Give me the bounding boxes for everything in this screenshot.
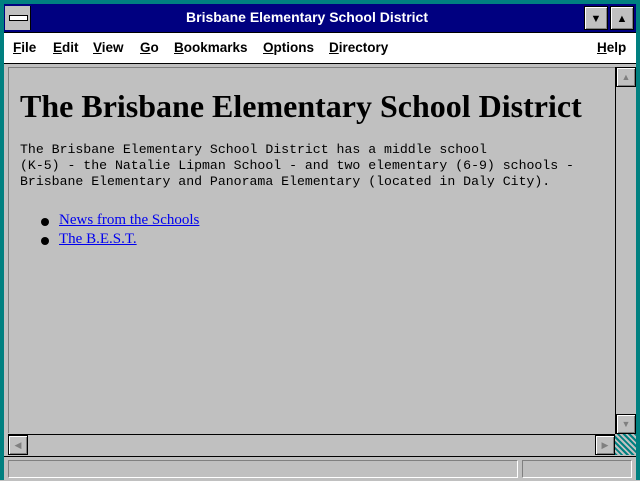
scroll-down-button[interactable]: ▼ <box>616 414 636 434</box>
browser-window: Brisbane Elementary School District ▼ ▲ … <box>0 0 640 481</box>
menu-bar: File Edit View Go Bookmarks Options Dire… <box>4 33 636 64</box>
link-list: News from the Schools The B.E.S.T. <box>39 212 199 250</box>
menu-file[interactable]: File <box>13 40 36 55</box>
list-item: News from the Schools <box>39 212 199 231</box>
minimize-button[interactable]: ▼ <box>584 6 608 30</box>
link-news-from-schools[interactable]: News from the Schools <box>59 212 199 228</box>
vertical-scrollbar[interactable]: ▲ ▼ <box>615 67 636 434</box>
title-bar[interactable]: Brisbane Elementary School District ▼ ▲ <box>4 4 636 33</box>
system-menu-button[interactable] <box>5 6 31 30</box>
body-line: (K-5) - the Natalie Lipman School - and … <box>20 158 574 173</box>
page-body-text: The Brisbane Elementary School District … <box>20 142 574 190</box>
link-the-best[interactable]: The B.E.S.T. <box>59 231 137 247</box>
body-line: Brisbane Elementary and Panorama Element… <box>20 174 551 189</box>
maximize-button[interactable]: ▲ <box>610 6 634 30</box>
bullet-icon <box>41 237 49 245</box>
menu-go[interactable]: Go <box>140 40 159 55</box>
window-title: Brisbane Elementary School District <box>186 9 428 25</box>
menu-options[interactable]: Options <box>263 40 314 55</box>
scroll-up-button[interactable]: ▲ <box>616 67 636 87</box>
body-line: The Brisbane Elementary School District … <box>20 142 487 157</box>
horizontal-scrollbar[interactable]: ◀ ▶ <box>8 434 615 455</box>
menu-bookmarks[interactable]: Bookmarks <box>174 40 248 55</box>
menu-view[interactable]: View <box>93 40 124 55</box>
scroll-left-button[interactable]: ◀ <box>8 435 28 455</box>
status-progress-area <box>522 460 632 478</box>
size-grip[interactable] <box>615 434 636 455</box>
page-heading: The Brisbane Elementary School District <box>20 88 582 124</box>
menu-help[interactable]: Help <box>597 40 626 55</box>
status-message-area <box>8 460 518 478</box>
list-item: The B.E.S.T. <box>39 231 199 250</box>
bullet-icon <box>41 218 49 226</box>
menu-directory[interactable]: Directory <box>329 40 388 55</box>
page-content: The Brisbane Elementary School District … <box>8 67 616 433</box>
system-menu-icon <box>9 15 28 21</box>
menu-edit[interactable]: Edit <box>53 40 79 55</box>
scroll-right-button[interactable]: ▶ <box>595 435 615 455</box>
status-bar <box>4 456 636 481</box>
